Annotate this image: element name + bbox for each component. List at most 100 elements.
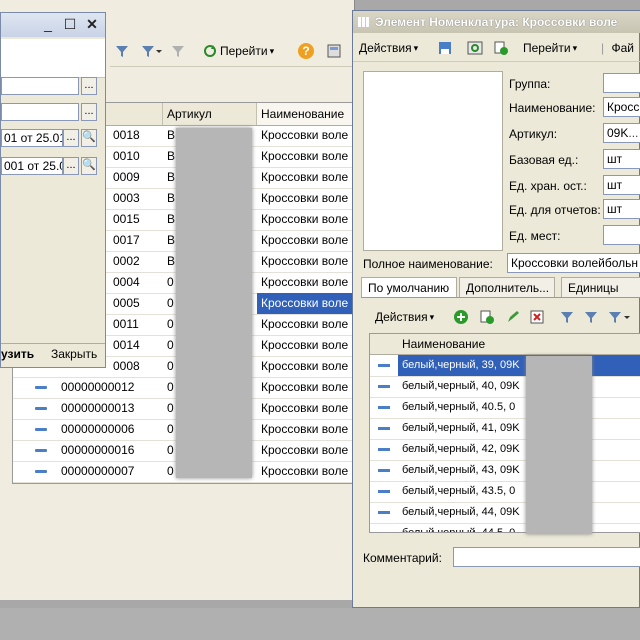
picture-area[interactable] [363, 71, 503, 251]
search-icon[interactable]: 🔍 [81, 129, 97, 147]
artikul-field[interactable]: 09K... [603, 123, 640, 143]
characteristic-name: белый,черный, 42, 09K [402, 443, 520, 455]
item-icon [378, 406, 390, 409]
minimize-icon[interactable]: _ [41, 17, 55, 31]
search-icon-2[interactable]: 🔍 [81, 157, 97, 175]
filter-icon[interactable] [114, 42, 130, 60]
characteristic-name: белый,черный, 41, 09K [402, 422, 520, 434]
delete-icon[interactable] [529, 308, 545, 326]
item-icon [378, 427, 390, 430]
add-icon[interactable] [453, 308, 469, 326]
window-app-icon [357, 15, 371, 29]
close-button[interactable]: Закрыть [51, 347, 97, 361]
tab-defaults[interactable]: По умолчанию [361, 277, 457, 297]
cell-code: 0010 [113, 149, 140, 163]
goto-menu[interactable]: Перейти ▾ [523, 39, 577, 57]
list-item[interactable]: белый,черный, 42, 09K [370, 439, 640, 461]
date-field-2[interactable]: 001 от 25.0 [1, 157, 63, 175]
tree-filter-icon[interactable] [559, 308, 575, 326]
load-button[interactable]: узить [1, 347, 34, 361]
select-button-1[interactable]: ... [81, 77, 97, 95]
help-icon[interactable]: ? [298, 42, 314, 60]
characteristic-name: белый,черный, 44.5, 0 [402, 527, 516, 533]
item-icon [35, 407, 47, 410]
clear-filter-icon[interactable] [170, 42, 186, 60]
list-item[interactable]: белый,черный, 43, 09K [370, 460, 640, 482]
name-field[interactable]: Кросс [603, 97, 640, 117]
list-item[interactable]: белый,черный, 40, 09K [370, 376, 640, 398]
cell-code: 0017 [113, 233, 140, 247]
calculator-icon[interactable] [326, 42, 342, 60]
file-menu[interactable]: | Фай [601, 39, 634, 57]
full-name-field[interactable]: Кроссовки волейбольн [507, 253, 640, 273]
cell-name: Кроссовки воле [261, 233, 349, 247]
select-button-3[interactable]: ... [63, 129, 79, 147]
places-label: Ед. мест: [509, 229, 561, 243]
item-icon [378, 448, 390, 451]
item-icon [378, 364, 390, 367]
list-toolbar: Перейти ▾ ? [110, 36, 354, 67]
grid-header-code[interactable] [109, 103, 163, 125]
edit-icon[interactable] [505, 308, 521, 326]
date-field-1[interactable]: 01 от 25.01 [1, 129, 63, 147]
storage-unit-field[interactable]: шт [603, 175, 640, 195]
list-item[interactable]: белый,черный, 43.5, 0 [370, 481, 640, 503]
places-field[interactable] [603, 225, 640, 245]
redacted-column [176, 128, 252, 478]
item-icon [35, 386, 47, 389]
inner-actions-menu[interactable]: Действия ▾ [375, 308, 434, 326]
filter-dropdown-icon[interactable] [140, 42, 162, 60]
name-label: Наименование: [509, 101, 596, 115]
grid-header-name[interactable]: Наименование [257, 103, 355, 125]
characteristic-name: белый,черный, 43, 09K [402, 464, 520, 476]
close-icon[interactable]: ✕ [85, 17, 99, 31]
comment-field[interactable] [453, 547, 640, 567]
copy-icon[interactable] [493, 39, 509, 57]
status-area [0, 608, 640, 640]
characteristic-name: белый,черный, 43.5, 0 [402, 485, 516, 497]
group-label: Группа: [509, 77, 551, 91]
tab-additional[interactable]: Дополнитель... [459, 277, 555, 297]
list-item[interactable]: белый,черный, 44, 09K [370, 502, 640, 524]
cell-code: 0004 [113, 275, 140, 289]
characteristics-grid-header: Наименование [370, 334, 640, 355]
report-unit-field[interactable]: шт [603, 199, 640, 219]
filter-dropdown-icon-2[interactable] [607, 308, 633, 326]
copy-row-icon[interactable] [479, 308, 495, 326]
report-unit-label: Ед. для отчетов: [509, 203, 601, 217]
item-icon [35, 470, 47, 473]
cell-code: 00000000012 [61, 380, 135, 394]
filter-field-2[interactable] [1, 103, 79, 121]
inner-toolbar: Действия ▾ [369, 305, 640, 329]
comment-label: Комментарий: [363, 551, 442, 565]
filter-field-1[interactable] [1, 77, 79, 95]
cell-name: Кроссовки воле [261, 422, 349, 436]
list-item[interactable]: белый,черный, 41, 09K [370, 418, 640, 440]
list-item[interactable]: белый,черный, 40.5, 0 [370, 397, 640, 419]
refresh-icon[interactable] [467, 39, 483, 57]
cell-code: 0011 [113, 317, 139, 331]
maximize-icon[interactable]: ☐ [63, 17, 77, 31]
tab-units[interactable]: Единицы [561, 277, 640, 297]
cell-name: Кроссовки воле [261, 212, 349, 226]
goto-button[interactable]: Перейти ▾ [202, 42, 274, 60]
item-icon [378, 490, 390, 493]
select-button-4[interactable]: ... [63, 157, 79, 175]
grid-header-artikul[interactable]: Артикул [163, 103, 257, 125]
base-unit-field[interactable]: шт [603, 149, 640, 169]
cell-code: 0008 [113, 359, 140, 373]
save-icon[interactable] [437, 39, 453, 57]
cell-name: Кроссовки воле [257, 293, 355, 314]
item-icon [378, 511, 390, 514]
actions-menu[interactable]: Действия ▾ [359, 39, 418, 57]
cell-name: Кроссовки воле [261, 170, 349, 184]
list-item[interactable]: белый,черный, 39, 09K [370, 355, 640, 377]
group-field[interactable] [603, 73, 640, 93]
characteristic-name: белый,черный, 40.5, 0 [402, 401, 516, 413]
characteristics-header-name[interactable]: Наименование [402, 337, 485, 351]
filter-icon-2[interactable] [583, 308, 599, 326]
list-item[interactable]: белый,черный, 44.5, 0 [370, 523, 640, 533]
select-button-2[interactable]: ... [81, 103, 97, 121]
element-window-title: Элемент Номенклатура: Кроссовки воле [353, 11, 640, 33]
full-name-label: Полное наименование: [363, 257, 493, 271]
